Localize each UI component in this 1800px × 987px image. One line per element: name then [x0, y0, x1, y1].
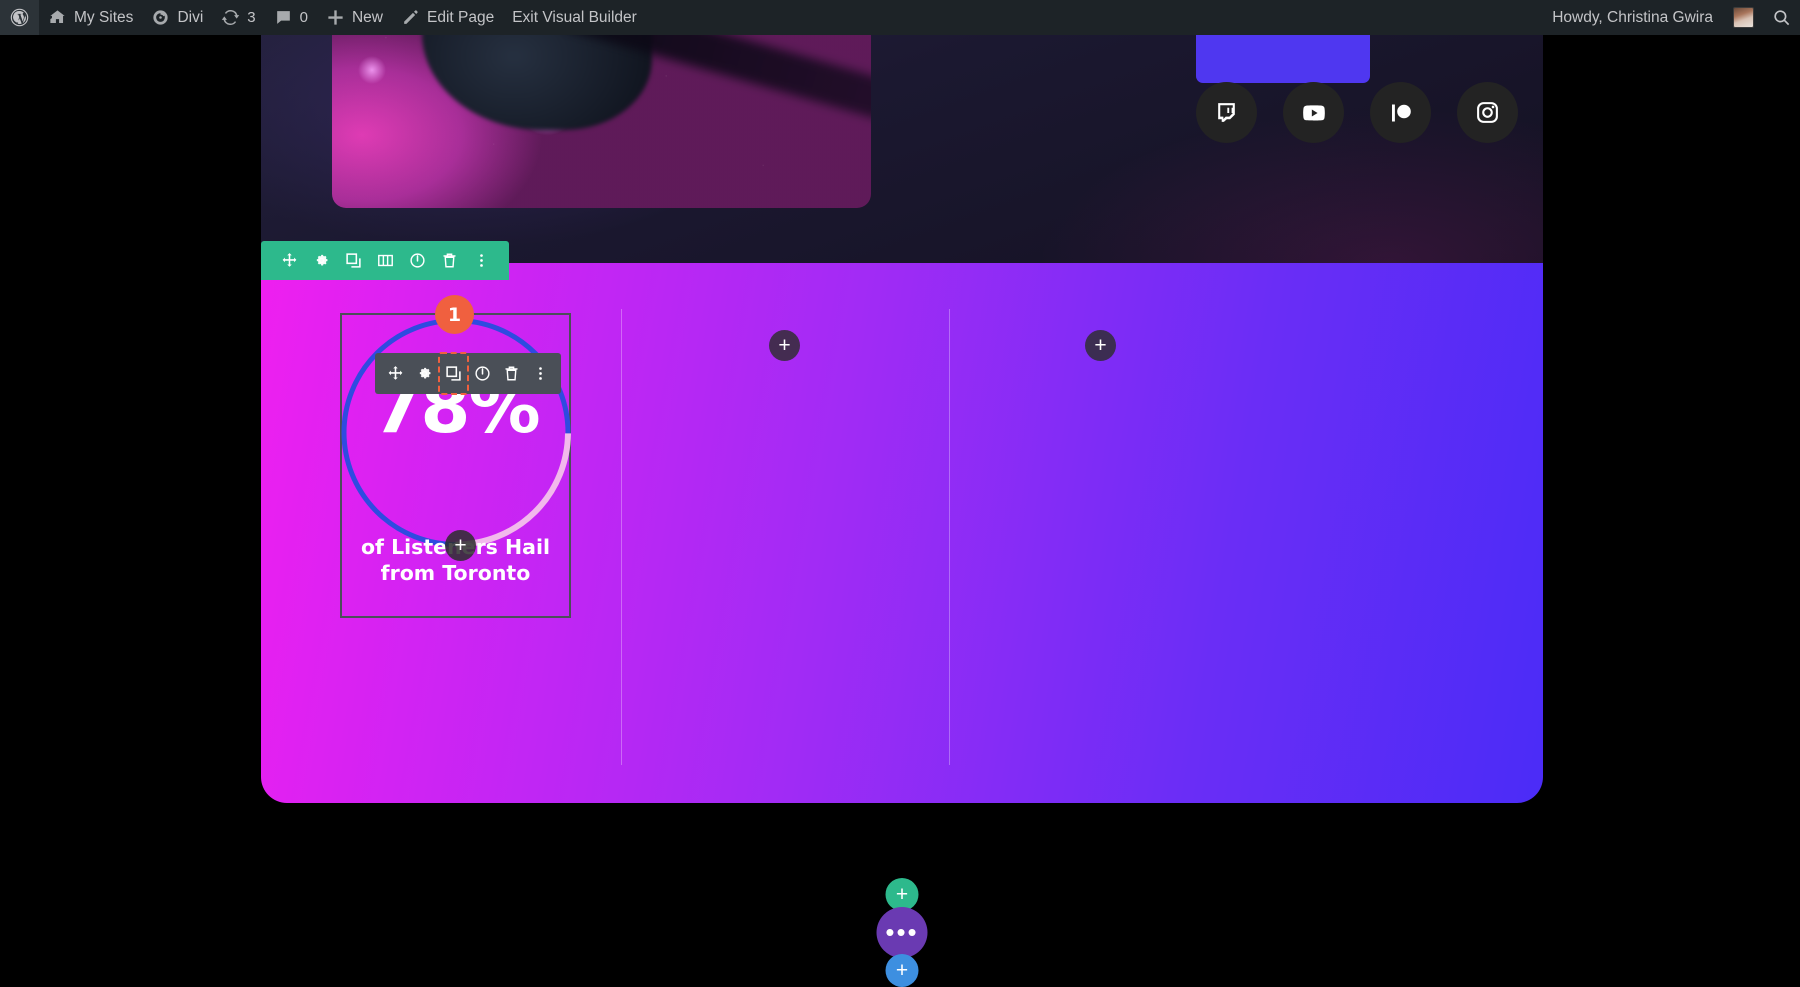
avatar [1733, 7, 1754, 28]
power-icon [409, 252, 426, 269]
adminbar-label-divi: Divi [177, 8, 204, 26]
hero-cta-button[interactable] [1196, 35, 1370, 83]
search-icon [1772, 8, 1791, 27]
adminbar-howdy-label: Howdy, Christina Gwira [1552, 8, 1713, 26]
column-divider-1 [621, 309, 622, 765]
module-order-badge: 1 [435, 295, 474, 334]
duplicate-icon [445, 365, 462, 382]
pencil-icon [401, 8, 420, 27]
twitch-icon [1214, 100, 1239, 125]
section-toolbar [261, 241, 509, 280]
adminbar-item-new[interactable]: New [317, 0, 392, 35]
page-canvas: + + 78% of Listeners Hail from Toronto +… [0, 35, 1800, 987]
add-row-button[interactable]: + [885, 954, 919, 987]
section-settings-button[interactable] [305, 241, 337, 280]
builder-bottom-controls: + ••• + [876, 878, 928, 987]
circle-counter-module[interactable]: 78% of Listeners Hail from Toronto + 1 [340, 295, 571, 618]
social-twitch-button[interactable] [1196, 82, 1257, 143]
add-module-column-2-button[interactable]: + [769, 330, 800, 361]
adminbar-item-my-sites[interactable]: My Sites [39, 0, 142, 35]
hero-image-grain [332, 35, 871, 208]
updates-icon [221, 8, 240, 27]
section-columns-button[interactable] [369, 241, 401, 280]
columns-icon [377, 252, 394, 269]
adminbar-label-new: New [351, 8, 383, 26]
trash-icon [503, 365, 520, 382]
power-icon [474, 365, 491, 382]
module-disable-button[interactable] [468, 353, 497, 394]
social-instagram-button[interactable] [1457, 82, 1518, 143]
adminbar-item-account[interactable]: Howdy, Christina Gwira [1543, 0, 1763, 35]
adminbar-label-edit-page: Edit Page [426, 8, 495, 26]
module-settings-button[interactable] [410, 353, 439, 394]
adminbar-item-edit-page[interactable]: Edit Page [392, 0, 503, 35]
inline-add-module-button[interactable]: + [445, 530, 476, 561]
adminbar-item-search[interactable] [1763, 0, 1800, 35]
adminbar-label-my-sites: My Sites [74, 8, 134, 26]
module-delete-button[interactable] [497, 353, 526, 394]
section-duplicate-button[interactable] [337, 241, 369, 280]
move-icon [281, 252, 298, 269]
duplicate-icon [345, 252, 362, 269]
social-patreon-button[interactable] [1370, 82, 1431, 143]
page-settings-button[interactable]: ••• [876, 907, 928, 958]
sites-icon [48, 8, 67, 27]
adminbar-updates-count: 3 [247, 9, 256, 26]
adminbar-item-divi[interactable]: Divi [142, 0, 212, 35]
section-more-button[interactable] [465, 241, 497, 280]
adminbar-label-exit-visual-builder: Exit Visual Builder [512, 8, 637, 26]
social-youtube-button[interactable] [1283, 82, 1344, 143]
plus-icon [326, 8, 345, 27]
module-move-button[interactable] [381, 353, 410, 394]
section-disable-button[interactable] [401, 241, 433, 280]
patreon-icon [1389, 101, 1413, 125]
module-toolbar [375, 352, 561, 395]
instagram-icon [1475, 100, 1500, 125]
section-move-button[interactable] [273, 241, 305, 280]
column-divider-2 [949, 309, 950, 765]
more-vertical-icon [473, 252, 490, 269]
gear-icon [313, 252, 330, 269]
more-vertical-icon [532, 365, 549, 382]
youtube-icon [1301, 100, 1327, 126]
wp-admin-bar: My Sites Divi 3 0 New Edit Page Exit Vis… [0, 0, 1800, 35]
adminbar-comments-count: 0 [299, 9, 308, 26]
adminbar-item-updates[interactable]: 3 [212, 0, 264, 35]
divi-icon [151, 8, 170, 27]
add-module-column-3-button[interactable]: + [1085, 330, 1116, 361]
hero-image [332, 35, 871, 208]
wordpress-icon [9, 7, 30, 28]
social-follow-row [1196, 82, 1543, 143]
module-more-button[interactable] [526, 353, 555, 394]
module-duplicate-button[interactable] [438, 352, 469, 395]
hero-section [261, 35, 1543, 263]
trash-icon [441, 252, 458, 269]
adminbar-item-exit-visual-builder[interactable]: Exit Visual Builder [503, 0, 646, 35]
comment-icon [274, 8, 293, 27]
adminbar-item-wp-logo[interactable] [0, 0, 39, 35]
move-icon [387, 365, 404, 382]
section-delete-button[interactable] [433, 241, 465, 280]
adminbar-item-comments[interactable]: 0 [265, 0, 317, 35]
gear-icon [416, 365, 433, 382]
builder-section[interactable]: + + 78% of Listeners Hail from Toronto +… [261, 241, 1543, 987]
